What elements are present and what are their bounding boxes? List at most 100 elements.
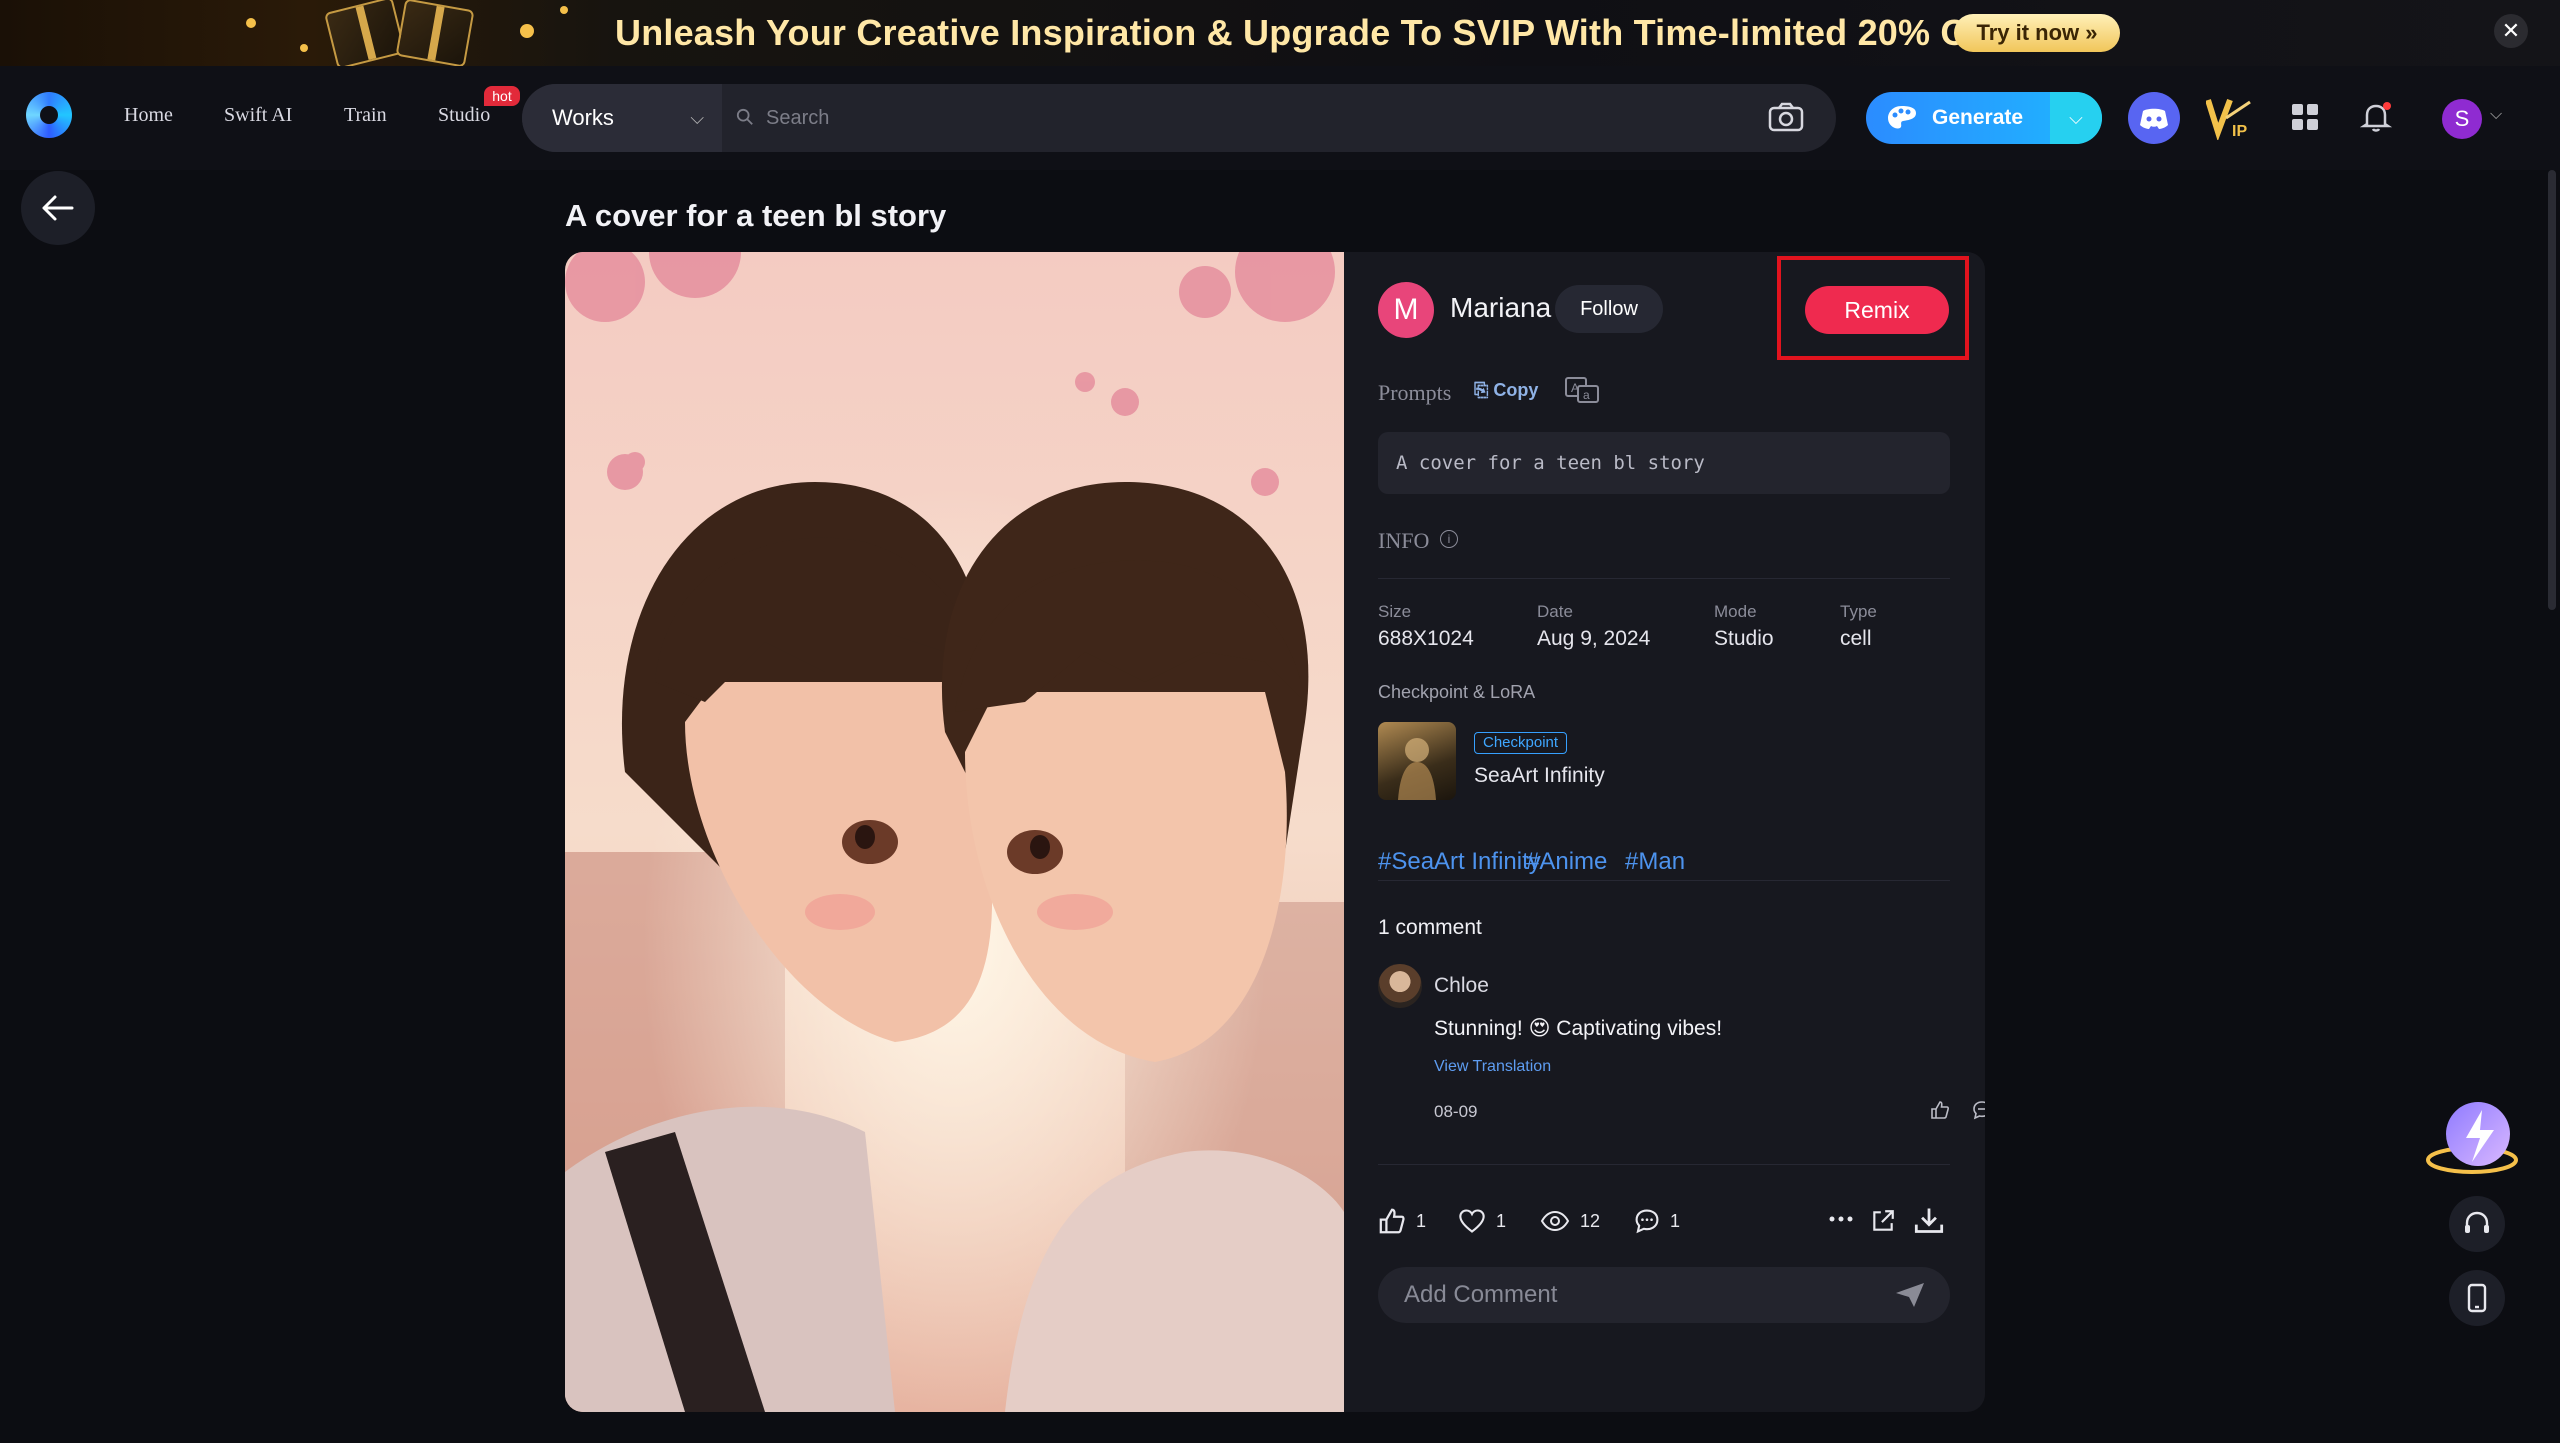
chevron-down-icon[interactable]: ⌵ (2490, 106, 2502, 124)
search-icon (736, 108, 753, 125)
divider (1378, 1164, 1950, 1165)
tag-anime[interactable]: #Anime (1526, 848, 1607, 876)
sparkle-decoration (246, 18, 256, 28)
comment-date: 08-09 (1434, 1102, 1478, 1121)
headset-icon (2465, 1211, 2489, 1233)
checkpoint-section-label: Checkpoint & LoRA (1378, 682, 1536, 702)
commenter-name[interactable]: Chloe (1434, 974, 1489, 998)
try-it-now-button[interactable]: Try it now » (1954, 14, 2120, 52)
comment-like-icon[interactable] (1930, 1100, 1950, 1120)
chevron-down-icon[interactable]: ⌵ (2050, 92, 2102, 144)
like-count: 1 (1416, 1210, 1427, 1231)
copy-label: Copy (1493, 380, 1539, 400)
eye-icon (1540, 1210, 1570, 1232)
author-avatar[interactable]: M (1378, 282, 1434, 338)
generate-label: Generate (1932, 106, 2024, 129)
tag-man[interactable]: #Man (1625, 848, 1685, 876)
mobile-app-button[interactable] (2449, 1270, 2505, 1326)
follow-button[interactable]: Follow (1555, 285, 1663, 333)
logo[interactable] (26, 92, 72, 138)
translate-icon[interactable]: A a (1564, 376, 1600, 404)
mode-key: Mode (1714, 602, 1757, 621)
search-input[interactable] (764, 98, 1664, 138)
size-key: Size (1378, 602, 1412, 621)
info-label: INFO (1378, 528, 1430, 553)
views-stat: 12 (1540, 1204, 1600, 1238)
apps-grid-icon[interactable] (2292, 104, 2318, 130)
generate-button[interactable]: Generate ⌵ (1866, 92, 2102, 144)
nav-train[interactable]: Train (344, 104, 387, 127)
share-icon[interactable] (1870, 1208, 1896, 1234)
remix-highlight-box: Remix (1777, 256, 1969, 360)
close-banner-button[interactable]: ✕ (2494, 14, 2528, 48)
heart-icon (1459, 1209, 1485, 1233)
vip-icon[interactable]: IP (2206, 96, 2256, 140)
copy-prompt-button[interactable]: ⎘ Copy (1474, 380, 1538, 401)
info-icon[interactable]: i (1440, 530, 1458, 548)
date-value: Aug 9, 2024 (1537, 627, 1651, 650)
chevron-down-icon: ⌵ (690, 108, 704, 128)
like-stat[interactable]: 1 (1378, 1204, 1426, 1238)
search-scope-label: Works (552, 105, 614, 130)
prompt-text: A cover for a teen bl story (1378, 432, 1950, 494)
favorite-count: 1 (1496, 1210, 1507, 1231)
nav-studio[interactable]: Studio (438, 104, 490, 127)
commenter-avatar[interactable] (1378, 964, 1422, 1008)
comments-count: 1 (1670, 1210, 1681, 1231)
banner-text: Unleash Your Creative Inspiration & Upgr… (615, 12, 1994, 53)
svg-text:IP: IP (2232, 123, 2247, 140)
favorite-stat[interactable]: 1 (1458, 1204, 1506, 1238)
comments-stat[interactable]: 1 (1634, 1204, 1680, 1238)
hot-badge: hot (484, 86, 520, 106)
search-bar: Works ⌵ (522, 84, 1836, 152)
artwork-image[interactable] (565, 252, 1344, 1412)
arrow-left-icon (42, 195, 74, 221)
palette-icon (1888, 106, 1916, 129)
reply-icon[interactable] (1972, 1100, 1985, 1120)
search-scope-select[interactable]: Works ⌵ (522, 84, 722, 152)
promo-banner[interactable]: Unleash Your Creative Inspiration & Upgr… (0, 0, 2560, 66)
view-translation-link[interactable]: View Translation (1434, 1058, 1551, 1076)
tag-seaart-infinity[interactable]: #SeaArt Infinity (1378, 848, 1541, 876)
type-value: cell (1840, 627, 1872, 650)
comment-icon (1635, 1209, 1659, 1234)
remix-button[interactable]: Remix (1805, 286, 1949, 334)
camera-icon[interactable] (1768, 102, 1804, 132)
discord-icon[interactable] (2128, 92, 2180, 144)
thumbs-up-icon (1379, 1208, 1405, 1234)
user-avatar[interactable]: S (2442, 99, 2482, 139)
prompts-label: Prompts (1378, 380, 1452, 405)
views-count: 12 (1580, 1210, 1601, 1231)
divider (1378, 880, 1950, 881)
sparkle-decoration (300, 44, 308, 52)
back-button[interactable] (21, 171, 95, 245)
type-key: Type (1840, 602, 1877, 621)
ai-assistant-icon[interactable] (2424, 1096, 2520, 1186)
bell-icon[interactable] (2360, 100, 2394, 134)
sparkle-decoration (520, 24, 534, 38)
comment-count: 1 comment (1378, 916, 1482, 939)
date-key: Date (1537, 602, 1573, 621)
add-comment-box (1378, 1267, 1950, 1323)
mode-value: Studio (1714, 627, 1774, 650)
support-button[interactable] (2449, 1196, 2505, 1252)
copy-icon: ⎘ (1474, 380, 1489, 400)
page-title: A cover for a teen bl story (565, 198, 947, 233)
checkpoint-thumbnail[interactable] (1378, 722, 1456, 800)
send-icon[interactable] (1894, 1281, 1926, 1309)
comment-input[interactable] (1402, 1275, 1882, 1315)
checkpoint-name[interactable]: SeaArt Infinity (1474, 764, 1605, 788)
anime-illustration (565, 252, 1344, 1412)
gift-decoration (324, 0, 406, 66)
sparkle-decoration (560, 6, 568, 14)
gift-decoration (395, 0, 475, 66)
nav-home[interactable]: Home (124, 104, 173, 127)
detail-panel: M Mariana Mu... Follow Remix Prompts ⎘ C… (1344, 252, 1985, 1412)
download-icon[interactable] (1914, 1206, 1944, 1234)
checkpoint-badge: Checkpoint (1474, 732, 1568, 754)
svg-text:a: a (1583, 388, 1590, 402)
scrollbar[interactable] (2548, 170, 2556, 610)
more-icon[interactable] (1828, 1214, 1854, 1224)
nav-swift-ai[interactable]: Swift AI (224, 104, 292, 127)
divider (1378, 578, 1950, 579)
